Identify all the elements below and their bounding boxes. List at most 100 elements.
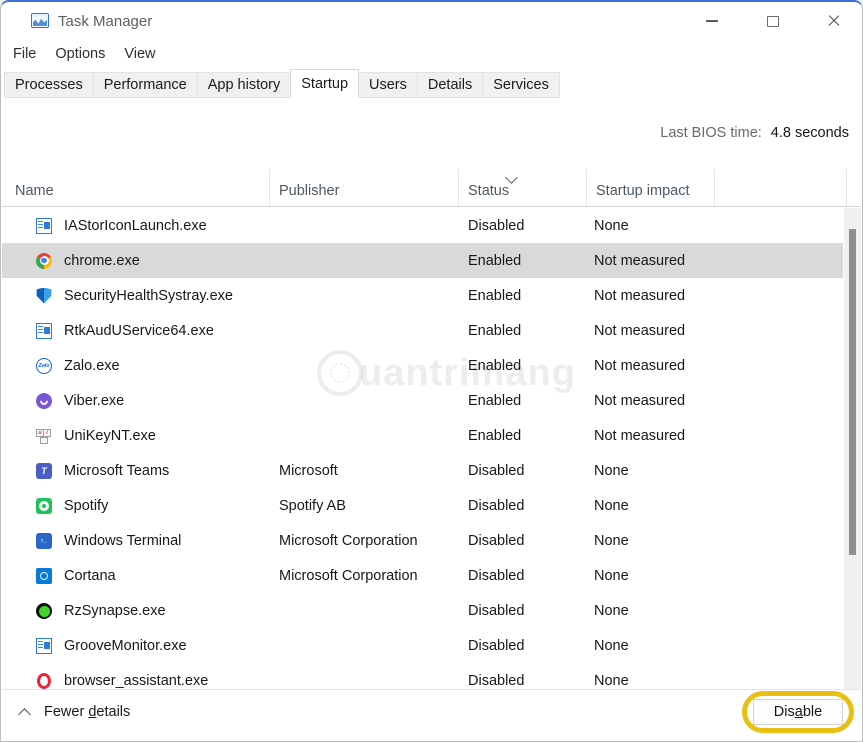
column-header-publisher[interactable]: Publisher	[270, 169, 459, 206]
minimize-button[interactable]	[690, 8, 734, 34]
column-header-startup-impact-label: Startup impact	[596, 183, 690, 199]
razer-synapse-icon	[36, 603, 52, 619]
disable-button-label: Disable	[774, 704, 822, 720]
impact-cell: None	[587, 603, 715, 619]
fewer-details-label: Fewer details	[44, 704, 130, 720]
security-shield-icon	[36, 288, 52, 304]
tab-performance[interactable]: Performance	[93, 72, 198, 98]
disable-button[interactable]: Disable	[753, 699, 843, 725]
fewer-details-toggle[interactable]: Fewer details	[20, 704, 130, 720]
publisher-cell: Spotify AB	[270, 498, 459, 514]
startup-item-name: Viber.exe	[64, 393, 124, 409]
tab-startup[interactable]: Startup	[290, 69, 359, 98]
unikey-icon	[36, 428, 52, 444]
scrollbar-thumb[interactable]	[849, 229, 856, 555]
window-controls	[690, 8, 856, 34]
tab-details[interactable]: Details	[417, 72, 483, 98]
table-row-selected[interactable]: chrome.exe Enabled Not measured	[2, 243, 843, 278]
impact-cell: None	[587, 568, 715, 584]
spotify-icon	[36, 498, 52, 514]
startup-item-name: Windows Terminal	[64, 533, 181, 549]
table-row[interactable]: IAStorIconLaunch.exe Disabled None	[2, 208, 843, 243]
startup-item-name: Spotify	[64, 498, 108, 514]
window-title: Task Manager	[58, 13, 152, 30]
column-header-status-label: Status	[468, 183, 509, 199]
startup-items-list: IAStorIconLaunch.exe Disabled None chrom…	[2, 208, 861, 692]
chevron-up-icon	[18, 708, 31, 721]
close-button[interactable]	[812, 8, 856, 34]
maximize-icon	[767, 16, 779, 27]
impact-cell: Not measured	[587, 253, 715, 269]
default-app-icon	[36, 218, 52, 234]
impact-cell: None	[587, 463, 715, 479]
menu-view[interactable]: View	[124, 46, 155, 62]
impact-cell: None	[587, 673, 715, 689]
table-row[interactable]: RtkAudUService64.exe Enabled Not measure…	[2, 313, 843, 348]
last-bios-value: 4.8 seconds	[771, 125, 849, 141]
status-cell: Disabled	[459, 568, 587, 584]
last-bios-label: Last BIOS time:	[660, 125, 762, 141]
table-row[interactable]: browser_assistant.exe Disabled None	[2, 663, 843, 692]
status-cell: Enabled	[459, 358, 587, 374]
startup-item-name: Cortana	[64, 568, 116, 584]
table-row[interactable]: Viber.exe Enabled Not measured	[2, 383, 843, 418]
impact-cell: Not measured	[587, 323, 715, 339]
impact-cell: Not measured	[587, 428, 715, 444]
column-header-name[interactable]: Name	[2, 169, 270, 206]
status-cell: Disabled	[459, 533, 587, 549]
vertical-scrollbar[interactable]	[844, 208, 861, 692]
column-header-publisher-label: Publisher	[279, 183, 339, 199]
cortana-icon	[36, 568, 52, 584]
startup-item-name: chrome.exe	[64, 253, 140, 269]
column-header-status[interactable]: Status	[459, 169, 587, 206]
publisher-cell: Microsoft Corporation	[270, 568, 459, 584]
status-cell: Disabled	[459, 218, 587, 234]
table-row[interactable]: SecurityHealthSystray.exe Enabled Not me…	[2, 278, 843, 313]
startup-item-name: Microsoft Teams	[64, 463, 169, 479]
impact-cell: Not measured	[587, 288, 715, 304]
status-cell: Disabled	[459, 463, 587, 479]
status-cell: Enabled	[459, 393, 587, 409]
title-bar: Task Manager	[1, 2, 862, 40]
table-row[interactable]: Windows Terminal Microsoft Corporation D…	[2, 523, 843, 558]
sort-chevron-down-icon	[505, 171, 518, 184]
table-row[interactable]: UniKeyNT.exe Enabled Not measured	[2, 418, 843, 453]
menu-file[interactable]: File	[13, 46, 36, 62]
opera-icon	[37, 673, 51, 689]
tab-processes[interactable]: Processes	[4, 72, 94, 98]
status-cell: Enabled	[459, 323, 587, 339]
startup-item-name: browser_assistant.exe	[64, 673, 208, 689]
menu-options[interactable]: Options	[55, 46, 105, 62]
menu-bar: File Options View	[13, 42, 156, 66]
column-header-startup-impact[interactable]: Startup impact	[587, 169, 715, 206]
status-cell: Disabled	[459, 603, 587, 619]
status-cell: Disabled	[459, 638, 587, 654]
table-row[interactable]: Spotify Spotify AB Disabled None	[2, 488, 843, 523]
footer-bar: Fewer details Disable	[2, 689, 861, 740]
tab-services[interactable]: Services	[482, 72, 560, 98]
column-header-filler	[715, 169, 847, 206]
publisher-cell: Microsoft	[270, 463, 459, 479]
status-cell: Disabled	[459, 673, 587, 689]
startup-item-name: IAStorIconLaunch.exe	[64, 218, 207, 234]
impact-cell: None	[587, 638, 715, 654]
impact-cell: None	[587, 498, 715, 514]
startup-item-name: GrooveMonitor.exe	[64, 638, 187, 654]
table-row[interactable]: Cortana Microsoft Corporation Disabled N…	[2, 558, 843, 593]
status-cell: Enabled	[459, 288, 587, 304]
default-app-icon	[36, 323, 52, 339]
tab-users[interactable]: Users	[358, 72, 418, 98]
startup-item-name: SecurityHealthSystray.exe	[64, 288, 233, 304]
tab-app-history[interactable]: App history	[197, 72, 292, 98]
table-row[interactable]: RzSynapse.exe Disabled None	[2, 593, 843, 628]
teams-icon	[36, 463, 52, 479]
task-manager-window: Task Manager File Options View Processes…	[0, 0, 863, 742]
table-row[interactable]: Zalo.exe Enabled Not measured	[2, 348, 843, 383]
maximize-button[interactable]	[751, 8, 795, 34]
startup-item-name: UniKeyNT.exe	[64, 428, 156, 444]
table-row[interactable]: Microsoft Teams Microsoft Disabled None	[2, 453, 843, 488]
windows-terminal-icon	[36, 533, 52, 549]
status-cell: Enabled	[459, 428, 587, 444]
table-row[interactable]: GrooveMonitor.exe Disabled None	[2, 628, 843, 663]
viber-icon	[36, 393, 52, 409]
